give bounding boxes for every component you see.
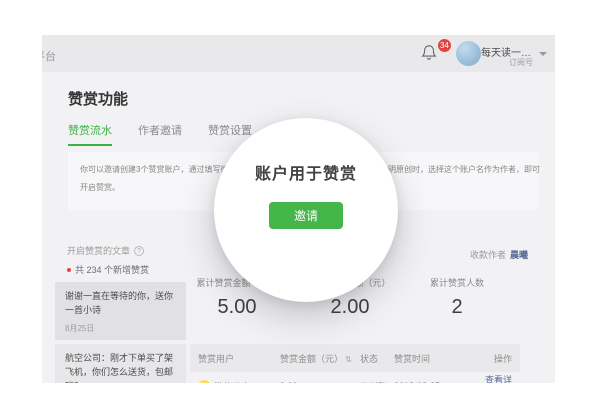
page-title: 赞赏功能 <box>68 88 128 109</box>
table-cell-amount: 2.00 <box>280 381 360 383</box>
user-avatar-icon <box>198 380 210 383</box>
account-avatar[interactable] <box>456 41 481 66</box>
table-row: 微信用户 2.00 已到账 2018-08-25 查看详情 <box>190 373 520 383</box>
notification-count-badge[interactable]: 34 <box>438 39 451 52</box>
account-type-label: 订阅号 <box>509 57 533 68</box>
table-header-actions: 操作 <box>480 352 512 365</box>
stat-total-reward-people: 累计赞赏人数 2 <box>395 276 519 319</box>
tab-reward-flow[interactable]: 赞赏流水 <box>68 122 112 146</box>
screenshot-stage: 平台 34 每天读一… 订阅号 赞赏功能 赞赏流水 作者邀请 赞赏设置 你可以邀… <box>0 0 600 419</box>
payee-label: 收款作者 <box>470 250 506 260</box>
table-header-row: 赞赏用户 赞赏金额（元）⇅ 状态 赞赏时间 操作 <box>190 344 520 372</box>
sort-icon[interactable]: ⇅ <box>345 355 352 364</box>
invite-button[interactable]: 邀请 <box>269 202 343 229</box>
table-cell-user: 微信用户 <box>198 380 280 384</box>
banner-text-line2: 开启赞赏。 <box>80 182 120 193</box>
table-cell-action[interactable]: 查看详情 <box>480 373 512 383</box>
table-header-amount[interactable]: 赞赏金额（元）⇅ <box>280 352 360 365</box>
user-name-text: 微信用户 <box>214 380 250 384</box>
article-list-item[interactable]: 航空公司：刚才下单买了架飞机，你们怎么送货，包邮吗？ <box>55 344 186 383</box>
help-icon[interactable]: ? <box>134 246 144 256</box>
top-bar: 平台 34 每天读一… 订阅号 <box>42 35 555 72</box>
stat-value: 2 <box>395 296 519 319</box>
tab-author-invite[interactable]: 作者邀请 <box>138 122 182 146</box>
stat-value: 5.00 <box>175 296 299 319</box>
table-header-status: 状态 <box>360 352 394 365</box>
table-header-amount-label: 赞赏金额（元） <box>280 354 343 364</box>
new-reward-count-label: 共 234 个新增赞赏 <box>75 263 149 276</box>
table-cell-time: 2018-08-25 <box>394 381 480 383</box>
magnifier-spotlight: 账户用于赞赏 邀请 <box>214 118 398 302</box>
table-header-time: 赞赏时间 <box>394 352 480 365</box>
article-sidebar: 开启赞赏的文章 ? 共 234 个新增赞赏 谢谢一直在等待的你，送你一首小诗 8… <box>55 240 186 383</box>
new-reward-count: 共 234 个新增赞赏 <box>67 263 149 276</box>
chevron-down-icon[interactable] <box>539 52 547 56</box>
sidebar-header-label: 开启赞赏的文章 <box>67 244 130 257</box>
magnified-text: 账户用于赞赏 <box>255 160 357 184</box>
sidebar-header: 开启赞赏的文章 ? <box>67 244 144 257</box>
platform-brand-text: 平台 <box>42 48 56 64</box>
tab-bar: 赞赏流水 作者邀请 赞赏设置 <box>68 122 252 146</box>
payee-name[interactable]: 晨曦 <box>510 250 528 260</box>
red-dot-icon <box>67 268 71 272</box>
table-header-user: 赞赏用户 <box>198 352 280 365</box>
article-title: 谢谢一直在等待的你，送你一首小诗 <box>65 290 176 318</box>
table-cell-status: 已到账 <box>360 380 394 384</box>
payee-row: 收款作者晨曦 <box>470 248 528 261</box>
stat-label: 累计赞赏人数 <box>395 276 519 289</box>
article-list-item[interactable]: 谢谢一直在等待的你，送你一首小诗 8月25日 <box>55 282 186 340</box>
article-date: 8月25日 <box>65 323 176 334</box>
article-title: 航空公司：刚才下单买了架飞机，你们怎么送货，包邮吗？ <box>65 352 176 383</box>
